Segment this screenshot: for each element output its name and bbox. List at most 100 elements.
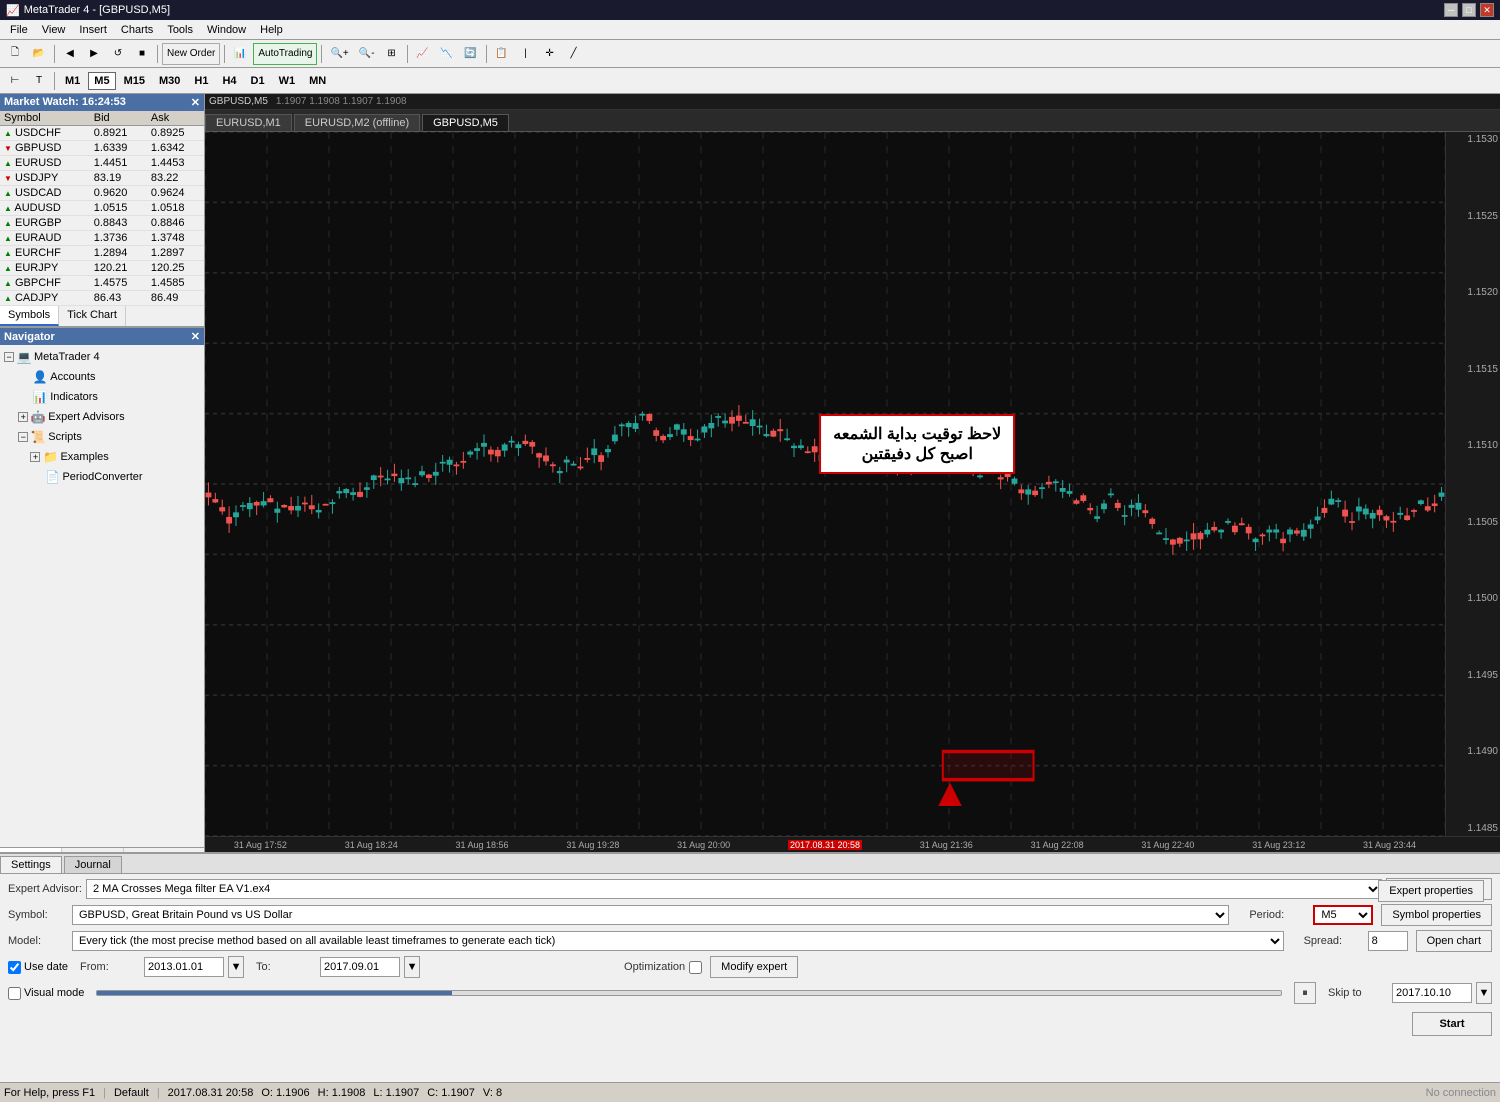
- mw-ask: 0.8925: [147, 126, 204, 141]
- indicator3-button[interactable]: 🔄: [460, 43, 482, 65]
- tf-h1[interactable]: H1: [188, 72, 214, 90]
- visual-mode-checkbox[interactable]: [8, 987, 21, 1000]
- template-button[interactable]: 📋: [491, 43, 513, 65]
- tf-m15[interactable]: M15: [118, 72, 151, 90]
- visual-mode-label[interactable]: Visual mode: [8, 987, 84, 1000]
- tree-item-examples[interactable]: +📁Examples: [0, 447, 204, 467]
- properties-button[interactable]: ⊞: [381, 43, 403, 65]
- tf-mn[interactable]: MN: [303, 72, 332, 90]
- tf-h4[interactable]: H4: [216, 72, 242, 90]
- menu-file[interactable]: File: [4, 22, 34, 38]
- tf-w1[interactable]: W1: [273, 72, 302, 90]
- use-date-label[interactable]: Use date: [8, 961, 68, 974]
- symbol-properties-button[interactable]: Symbol properties: [1381, 904, 1492, 926]
- ea-dropdown[interactable]: 2 MA Crosses Mega filter EA V1.ex4: [86, 879, 1382, 899]
- tree-item-periodconverter[interactable]: 📄PeriodConverter: [0, 467, 204, 487]
- spread-input[interactable]: [1368, 931, 1408, 951]
- start-button[interactable]: Start: [1412, 1012, 1492, 1036]
- menu-charts[interactable]: Charts: [115, 22, 159, 38]
- use-date-checkbox[interactable]: [8, 961, 21, 974]
- menu-view[interactable]: View: [36, 22, 72, 38]
- chart-tab-eurusd-m1[interactable]: EURUSD,M1: [205, 114, 292, 131]
- market-watch-row[interactable]: ▼ GBPUSD1.63391.6342: [0, 141, 204, 156]
- market-watch-row[interactable]: ▲ EURGBP0.88430.8846: [0, 216, 204, 231]
- market-watch-row[interactable]: ▲ GBPCHF1.45751.4585: [0, 276, 204, 291]
- mw-tab-symbols[interactable]: Symbols: [0, 306, 59, 326]
- tf-m30[interactable]: M30: [153, 72, 186, 90]
- auto-trading-button[interactable]: AutoTrading: [253, 43, 317, 65]
- mw-close-icon[interactable]: ✕: [191, 96, 200, 109]
- tree-item-indicators[interactable]: 📊Indicators: [0, 387, 204, 407]
- visual-speed-slider[interactable]: [96, 990, 1282, 996]
- tree-item-expert-advisors[interactable]: +🤖Expert Advisors: [0, 407, 204, 427]
- model-select[interactable]: Every tick (the most precise method base…: [72, 931, 1284, 951]
- tree-item-metatrader-4[interactable]: −💻MetaTrader 4: [0, 347, 204, 367]
- tester-tab-settings[interactable]: Settings: [0, 856, 62, 873]
- close-button[interactable]: ✕: [1480, 3, 1494, 17]
- expand-icon[interactable]: −: [18, 432, 28, 442]
- market-watch-row[interactable]: ▲ AUDUSD1.05151.0518: [0, 201, 204, 216]
- nav-close-icon[interactable]: ✕: [191, 330, 200, 343]
- chart-tab-eurusd-m2[interactable]: EURUSD,M2 (offline): [294, 114, 420, 131]
- market-watch-row[interactable]: ▼ USDJPY83.1983.22: [0, 171, 204, 186]
- chart-button[interactable]: 📊: [229, 43, 251, 65]
- menu-tools[interactable]: Tools: [161, 22, 199, 38]
- forward-button[interactable]: ▶: [83, 43, 105, 65]
- menu-window[interactable]: Window: [201, 22, 252, 38]
- new-order-button[interactable]: New Order: [162, 43, 220, 65]
- chart-container[interactable]: 1.15301.15251.15201.15151.15101.15051.15…: [205, 132, 1500, 836]
- from-date-picker[interactable]: ▼: [228, 956, 244, 978]
- refresh-button[interactable]: ↺: [107, 43, 129, 65]
- expand-icon[interactable]: −: [4, 352, 14, 362]
- market-watch-row[interactable]: ▲ USDCHF0.89210.8925: [0, 126, 204, 141]
- market-watch-row[interactable]: ▲ CADJPY86.4386.49: [0, 291, 204, 306]
- to-date-picker[interactable]: ▼: [404, 956, 420, 978]
- market-watch-row[interactable]: ▲ USDCAD0.96200.9624: [0, 186, 204, 201]
- expert-properties-button[interactable]: Expert properties: [1378, 880, 1484, 902]
- zoom-out-button[interactable]: 🔍-: [355, 43, 379, 65]
- skip-to-picker[interactable]: ▼: [1476, 982, 1492, 1004]
- tf-d1[interactable]: D1: [245, 72, 271, 90]
- menu-help[interactable]: Help: [254, 22, 289, 38]
- from-date-input[interactable]: [144, 957, 224, 977]
- crosshair-button[interactable]: ✛: [539, 43, 561, 65]
- draw-text-button[interactable]: T: [28, 70, 50, 92]
- open-button[interactable]: 📂: [28, 43, 50, 65]
- pause-button[interactable]: ⏸: [1294, 982, 1316, 1004]
- maximize-button[interactable]: □: [1462, 3, 1476, 17]
- open-chart-button[interactable]: Open chart: [1416, 930, 1492, 952]
- to-date-input[interactable]: [320, 957, 400, 977]
- tf-m5[interactable]: M5: [88, 72, 115, 90]
- market-watch-row[interactable]: ▲ EURCHF1.28941.2897: [0, 246, 204, 261]
- new-button[interactable]: 🗋: [4, 43, 26, 65]
- toolbar-sep4: [321, 45, 322, 63]
- tree-item-accounts[interactable]: 👤Accounts: [0, 367, 204, 387]
- indicator2-button[interactable]: 📉: [436, 43, 458, 65]
- draw-line-button[interactable]: ⊢: [4, 70, 26, 92]
- tf-m1[interactable]: M1: [59, 72, 86, 90]
- expand-icon[interactable]: +: [18, 412, 28, 422]
- chart-tab-gbpusd-m5[interactable]: GBPUSD,M5: [422, 114, 509, 131]
- window-controls[interactable]: ─ □ ✕: [1444, 3, 1494, 17]
- period-sep-button[interactable]: |: [515, 43, 537, 65]
- tree-item-scripts[interactable]: −📜Scripts: [0, 427, 204, 447]
- time-tick: 31 Aug 22:08: [1031, 840, 1084, 850]
- symbol-select[interactable]: GBPUSD, Great Britain Pound vs US Dollar: [72, 905, 1229, 925]
- mw-tab-tick[interactable]: Tick Chart: [59, 306, 126, 326]
- skip-to-input[interactable]: [1392, 983, 1472, 1003]
- zoom-in-button[interactable]: 🔍+: [326, 43, 352, 65]
- modify-expert-button[interactable]: Modify expert: [710, 956, 798, 978]
- optimization-checkbox[interactable]: [689, 961, 702, 974]
- menu-insert[interactable]: Insert: [73, 22, 113, 38]
- line-button[interactable]: ╱: [563, 43, 585, 65]
- minimize-button[interactable]: ─: [1444, 3, 1458, 17]
- market-watch-row[interactable]: ▲ EURAUD1.37361.3748: [0, 231, 204, 246]
- expand-icon[interactable]: +: [30, 452, 40, 462]
- period-select[interactable]: M5: [1313, 905, 1373, 925]
- tester-tab-journal[interactable]: Journal: [64, 856, 122, 873]
- market-watch-row[interactable]: ▲ EURJPY120.21120.25: [0, 261, 204, 276]
- indicator1-button[interactable]: 📈: [412, 43, 434, 65]
- back-button[interactable]: ◀: [59, 43, 81, 65]
- market-watch-row[interactable]: ▲ EURUSD1.44511.4453: [0, 156, 204, 171]
- stop-button[interactable]: ■: [131, 43, 153, 65]
